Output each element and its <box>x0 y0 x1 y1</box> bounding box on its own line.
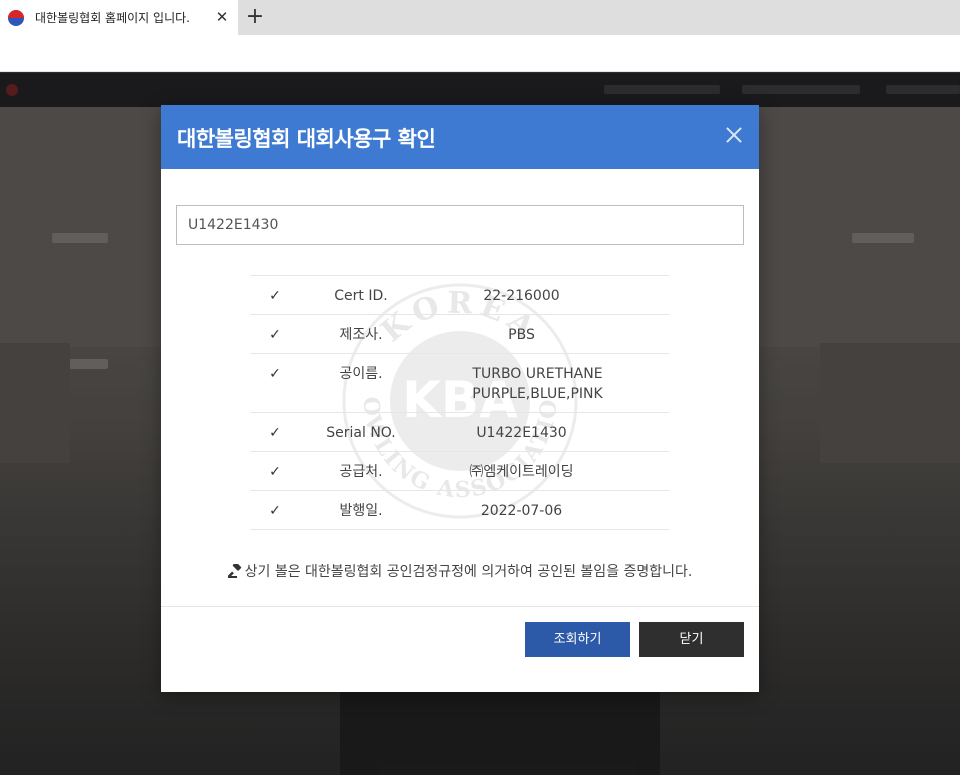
close-button[interactable]: 닫기 <box>639 622 744 657</box>
row-label: Serial NO. <box>300 412 410 452</box>
search-button[interactable]: 조회하기 <box>525 622 630 657</box>
certification-notice: 상기 볼은 대한볼링협회 공인검정규정에 의거하여 공인된 볼임을 증명합니다. <box>161 561 759 581</box>
row-value: TURBO URETHANE PURPLE,BLUE,PINK <box>410 353 669 413</box>
row-label: 발행일. <box>300 490 410 530</box>
notice-text: 상기 볼은 대한볼링협회 공인검정규정에 의거하여 공인된 볼임을 증명합니다. <box>244 564 693 580</box>
table-row: ✓ 공급처. ㈜엠케이트레이딩 <box>250 451 669 491</box>
table-row: ✓ Cert ID. 22-216000 <box>250 275 669 315</box>
browser-tab-bar: 대한볼링협회 홈페이지 입니다. ✕ + <box>0 0 960 35</box>
tab-title: 대한볼링협회 홈페이지 입니다. <box>35 11 190 25</box>
modal-header: 대한볼링협회 대회사용구 확인 <box>161 105 759 169</box>
close-icon[interactable] <box>723 124 745 146</box>
row-value: U1422E1430 <box>410 412 669 452</box>
modal-title: 대한볼링협회 대회사용구 확인 <box>177 127 436 151</box>
check-icon: ✓ <box>250 490 300 530</box>
table-row: ✓ Serial NO. U1422E1430 <box>250 412 669 452</box>
new-tab-button[interactable]: + <box>245 6 265 28</box>
row-value: PBS <box>410 314 669 354</box>
modal-footer-divider <box>161 606 759 607</box>
tab-close-icon[interactable]: ✕ <box>214 9 230 25</box>
address-bar[interactable] <box>0 35 960 72</box>
table-row: ✓ 제조사. PBS <box>250 314 669 354</box>
row-value: 2022-07-06 <box>410 490 669 530</box>
certificate-info-table: ✓ Cert ID. 22-216000 ✓ 제조사. PBS ✓ 공이름. T… <box>250 275 669 530</box>
row-label: 공급처. <box>300 451 410 491</box>
check-icon: ✓ <box>250 353 300 413</box>
row-label: 제조사. <box>300 314 410 354</box>
row-value: 22-216000 <box>410 275 669 315</box>
serial-input[interactable] <box>176 205 744 245</box>
row-label: 공이름. <box>300 353 410 413</box>
gavel-icon <box>227 564 241 578</box>
check-icon: ✓ <box>250 412 300 452</box>
table-row: ✓ 공이름. TURBO URETHANE PURPLE,BLUE,PINK <box>250 353 669 413</box>
check-icon: ✓ <box>250 314 300 354</box>
table-row: ✓ 발행일. 2022-07-06 <box>250 490 669 530</box>
kba-favicon-icon <box>8 9 24 26</box>
browser-tab[interactable]: 대한볼링협회 홈페이지 입니다. ✕ <box>0 0 238 35</box>
row-value: ㈜엠케이트레이딩 <box>410 451 669 491</box>
row-label: Cert ID. <box>300 275 410 315</box>
certificate-check-modal: 대한볼링협회 대회사용구 확인 KOREA KBA BOWLING ASSOCI… <box>161 105 759 692</box>
check-icon: ✓ <box>250 275 300 315</box>
check-icon: ✓ <box>250 451 300 491</box>
